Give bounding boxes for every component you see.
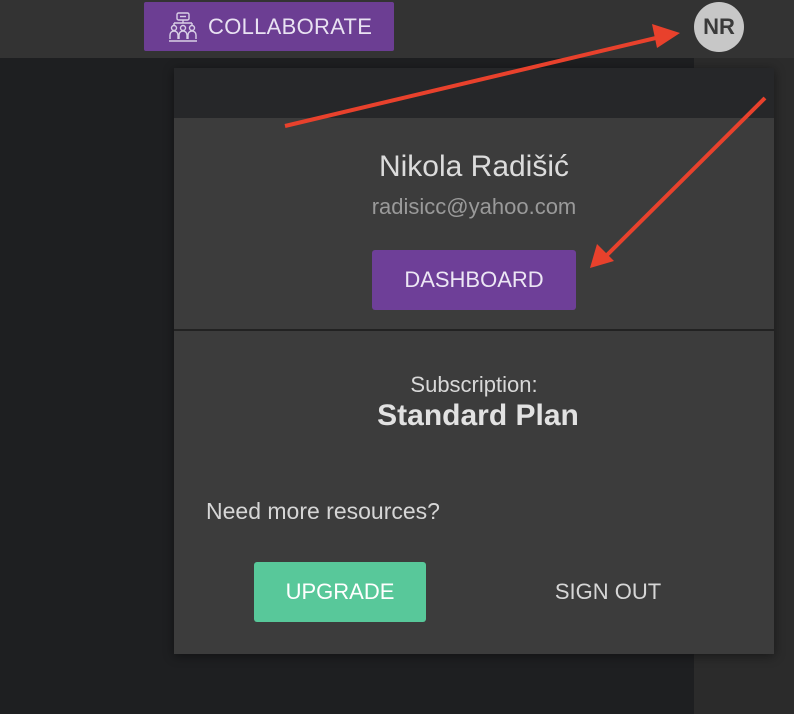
collaborate-button[interactable]: COLLABORATE <box>144 2 394 51</box>
section-divider <box>174 329 774 331</box>
collaborate-label: COLLABORATE <box>208 13 373 39</box>
subscription-label: Subscription: <box>410 372 538 397</box>
sign-out-button[interactable]: SIGN OUT <box>534 562 682 622</box>
top-bar <box>0 0 794 58</box>
dashboard-button[interactable]: DASHBOARD <box>372 250 576 310</box>
user-email: radisicc@yahoo.com <box>371 194 577 219</box>
account-popover: Nikola Radišić radisicc@yahoo.com DASHBO… <box>174 68 774 654</box>
popover-header <box>174 68 774 118</box>
upgrade-button[interactable]: UPGRADE <box>254 562 426 622</box>
resources-prompt: Need more resources? <box>206 498 440 524</box>
user-avatar[interactable]: NR <box>694 2 744 52</box>
team-collaboration-icon <box>166 10 200 44</box>
subscription-plan: Standard Plan <box>377 399 579 432</box>
user-name: Nikola Radišić <box>378 150 570 183</box>
